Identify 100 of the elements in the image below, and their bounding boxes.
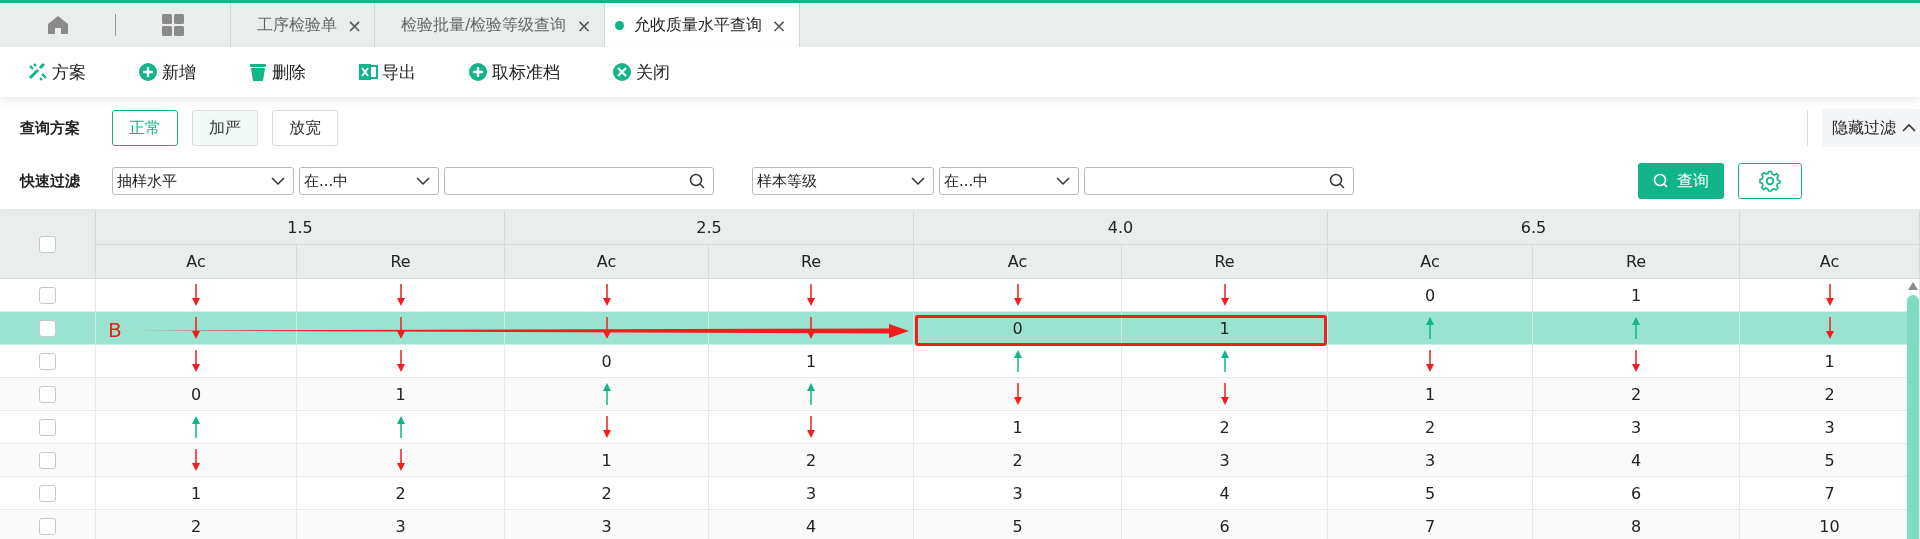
close-icon[interactable]: × (347, 14, 363, 36)
close-icon[interactable]: × (576, 14, 592, 36)
table-cell: 1 (1533, 279, 1740, 312)
arrow-down-icon (1219, 283, 1230, 307)
arrow-up-icon (1012, 349, 1023, 373)
column-header: Re (1122, 245, 1328, 279)
field-label: 查询方案 (20, 118, 81, 138)
column-header: Ac (1328, 245, 1533, 279)
table-cell: 2 (709, 444, 914, 477)
chevron-up-icon (1902, 123, 1916, 133)
checkbox[interactable] (39, 319, 56, 337)
table-cell: 0 (96, 378, 297, 411)
arrow-down-icon (1012, 382, 1023, 406)
toolbar-button[interactable]: 新增 (138, 60, 196, 84)
toolbar-button[interactable]: 删除 (248, 60, 306, 84)
arrow-up-icon (601, 382, 612, 406)
column-header: Re (709, 245, 914, 279)
table-cell: 2 (1328, 411, 1533, 444)
arrow-down-icon (601, 415, 612, 439)
scheme-button[interactable]: 放宽 (272, 110, 338, 146)
table-cell: 2 (505, 477, 709, 510)
table-cell: 1 (297, 378, 505, 411)
table-cell: 10 (1740, 510, 1920, 539)
arrow-down-icon (601, 283, 612, 307)
checkbox[interactable] (39, 385, 56, 403)
toolbar-button[interactable]: 导出 (358, 60, 416, 84)
chevron-down-icon (1056, 176, 1070, 186)
hide-filter-button[interactable]: 隐藏过滤 (1822, 109, 1920, 147)
table-cell: 3 (914, 477, 1122, 510)
table-cell: 3 (1328, 444, 1533, 477)
table-cell: 5 (1740, 444, 1920, 477)
column-header: Ac (96, 245, 297, 279)
scroll-up-icon[interactable] (1907, 281, 1919, 291)
checkbox[interactable] (39, 517, 56, 535)
arrow-up-icon (395, 415, 406, 439)
toolbar-button[interactable]: 关闭 (612, 60, 670, 84)
table-cell: 5 (914, 510, 1122, 539)
arrow-down-icon (806, 283, 816, 307)
search-field[interactable] (444, 167, 714, 195)
toolbar-button[interactable]: 取标准档 (468, 60, 560, 84)
arrow-up-icon (806, 382, 816, 406)
scrollbar[interactable] (1906, 281, 1920, 539)
table-cell: 4 (709, 510, 914, 539)
table-cell: 6 (1533, 477, 1740, 510)
table-cell: 5 (1328, 477, 1533, 510)
arrow-down-icon (395, 349, 406, 373)
checkbox[interactable] (39, 286, 56, 304)
home-icon[interactable] (46, 15, 69, 35)
arrow-down-icon (1824, 283, 1835, 307)
table-cell: 8 (1533, 510, 1740, 539)
chevron-down-icon (911, 176, 925, 186)
chevron-down-icon (416, 176, 430, 186)
table-cell: 2 (1533, 378, 1740, 411)
checkbox[interactable] (39, 451, 56, 469)
field-select[interactable]: 抽样水平 (112, 167, 294, 195)
search-field[interactable] (1084, 167, 1354, 195)
arrow-down-icon (1425, 349, 1435, 373)
arrow-down-icon (395, 283, 406, 307)
tab[interactable]: 允收质量水平查询 × (604, 3, 800, 47)
field-select[interactable]: 样本等级 (752, 167, 934, 195)
table-cell: 0 (505, 345, 709, 378)
table-cell: 1 (1328, 378, 1533, 411)
table-cell: 6 (1122, 510, 1328, 539)
checkbox[interactable] (39, 352, 56, 370)
checkbox[interactable] (39, 236, 56, 253)
table-cell: 3 (709, 477, 914, 510)
toolbar-button[interactable]: 方案 (28, 60, 86, 84)
scheme-button[interactable]: 加严 (192, 110, 258, 146)
close-icon[interactable]: × (771, 14, 787, 36)
x-circle-icon (612, 62, 632, 82)
arrow-up-icon (1425, 316, 1435, 340)
table-cell: 0 (1328, 279, 1533, 312)
table-cell: 3 (1122, 444, 1328, 477)
table-cell: 1 (505, 444, 709, 477)
checkbox[interactable] (39, 418, 56, 436)
arrow-down-icon (1824, 316, 1835, 340)
settings-button[interactable] (1738, 163, 1802, 199)
annotation-label: B (108, 317, 122, 342)
column-header: Re (1533, 245, 1740, 279)
plus-circle-icon (138, 62, 158, 82)
settings-icon (1759, 170, 1781, 192)
spreadsheet-icon (358, 62, 378, 82)
checkbox[interactable] (39, 484, 56, 502)
search-icon (1653, 173, 1669, 189)
table-cell: 2 (96, 510, 297, 539)
table-cell: 3 (1533, 411, 1740, 444)
arrow-down-icon (1012, 283, 1023, 307)
table-cell: 2 (1122, 411, 1328, 444)
arrow-up-icon (191, 415, 201, 439)
table-cell: 3 (297, 510, 505, 539)
grid-icon[interactable] (162, 14, 184, 36)
operator-select[interactable]: 在...中 (939, 167, 1079, 195)
chevron-down-icon (271, 176, 285, 186)
search-icon (1329, 173, 1345, 189)
arrow-down-icon (191, 283, 201, 307)
trash-icon (248, 62, 268, 82)
operator-select[interactable]: 在...中 (299, 167, 439, 195)
arrow-down-icon (395, 448, 406, 472)
field-label: 快速过滤 (20, 171, 81, 191)
table-cell: 2 (1740, 378, 1920, 411)
